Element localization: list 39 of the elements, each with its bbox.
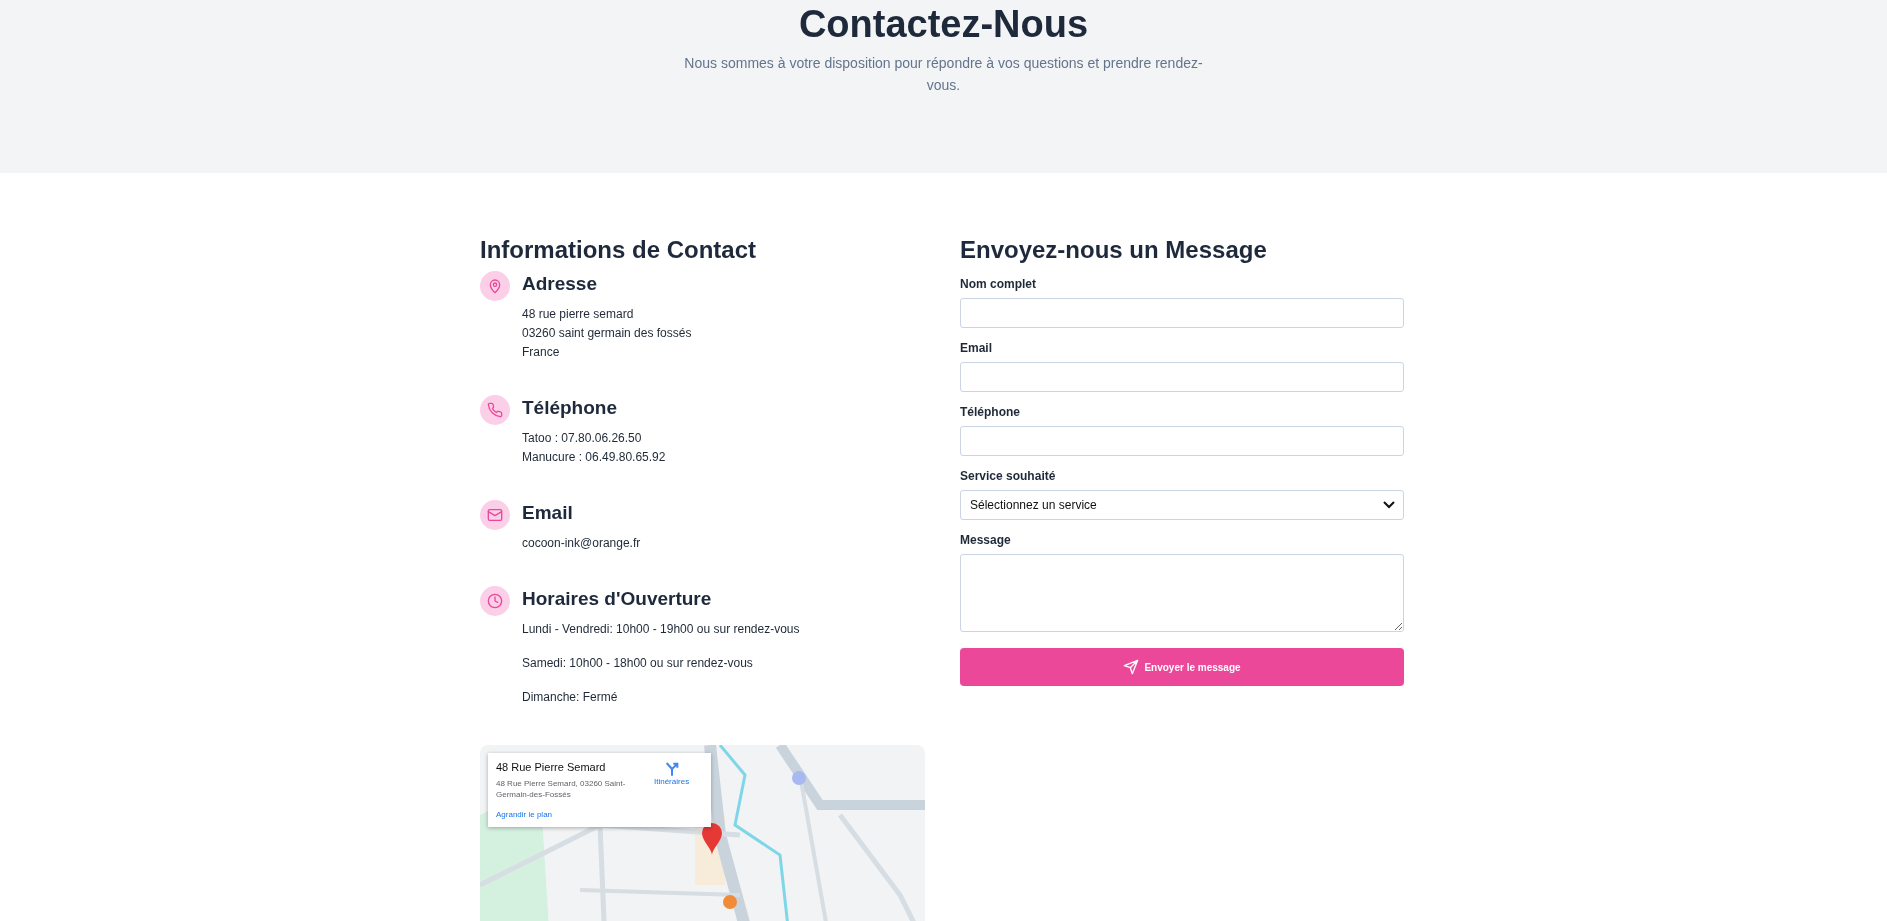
message-field[interactable] [960, 554, 1404, 632]
location-pin-icon [480, 271, 510, 301]
field-label: Message [960, 533, 1012, 547]
place-address: 48 Rue Pierre Semard, 03260 Saint-Germain-des-Fossés [496, 778, 627, 800]
place-title: 48 Rue Pierre Semard [496, 761, 607, 773]
envelope-icon [480, 500, 510, 530]
info-line: Lundi - Vendredi: 10h00 - 19h00 ou sur rendez-vous [522, 621, 800, 638]
section-heading: Envoyez-nous un Message [960, 235, 1268, 265]
info-line: cocoon-ink@orange.fr [522, 535, 641, 552]
info-line: Manucure : 06.49.80.65.92 [522, 449, 666, 466]
info-title: Téléphone [522, 396, 618, 420]
info-line: 03260 saint germain des fossés [522, 325, 692, 342]
field-label: Téléphone [960, 405, 1021, 419]
info-line: Samedi: 10h00 - 18h00 ou sur rendez-vous [522, 655, 754, 672]
input-field[interactable] [960, 298, 1404, 328]
send-button[interactable]: Envoyer le message [960, 648, 1404, 686]
info-title: Horaires d'Ouverture [522, 587, 713, 611]
phone-icon [480, 395, 510, 425]
info-line: Tatoo : 07.80.06.26.50 [522, 430, 643, 447]
info-title: Adresse [522, 272, 598, 296]
input-field[interactable] [960, 426, 1404, 456]
directions-link[interactable]: Itinéraires [654, 761, 690, 786]
section-heading: Informations de Contact [480, 235, 757, 265]
enlarge-map-link[interactable]: Agrandir le plan [496, 810, 553, 819]
clock-icon [480, 586, 510, 616]
page-subtitle: Nous sommes à votre disposition pour répondre à vos questions et prendre rendez-vous. [683, 54, 1204, 95]
chevron-down-icon [1383, 501, 1395, 509]
info-line: France [522, 344, 561, 361]
paper-plane-icon [1123, 659, 1140, 675]
info-line: 48 rue pierre semard [522, 306, 635, 323]
field-label: Nom complet [960, 277, 1037, 291]
info-title: Email [522, 501, 574, 525]
directions-icon [663, 761, 680, 777]
service-dropdown[interactable]: Sélectionnez un service [960, 490, 1404, 520]
input-field[interactable] [960, 362, 1404, 392]
info-line: Dimanche: Fermé [522, 689, 619, 706]
field-label: Service souhaité [960, 469, 1057, 483]
page-title: Contactez-Nous [798, 2, 1089, 46]
field-label: Email [960, 341, 993, 355]
